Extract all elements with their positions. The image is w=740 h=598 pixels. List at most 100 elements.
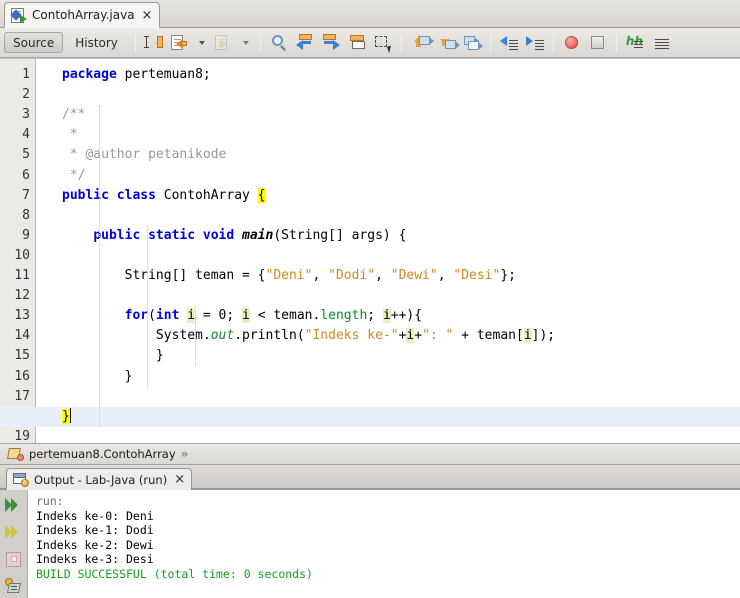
code-line[interactable]: package pertemuan8; [62,65,211,85]
rerun-alt-icon[interactable] [3,521,25,543]
code-line[interactable]: /** [62,105,85,125]
code-token: ; [367,308,383,324]
chevron-right-icon: » [180,447,189,461]
shift-line-right-icon[interactable] [433,31,460,55]
code-token: ( [148,308,156,324]
code-token: ContohArray [163,187,258,203]
output-body: run: Indeks ke-0: Deni Indeks ke-1: Dodi In… [0,489,740,598]
code-token: + teman[ [453,328,524,344]
line-number: 6 [22,167,30,183]
code-line[interactable]: } [62,367,133,387]
toggle-highlight-icon[interactable]: ℎℎ [622,31,648,55]
code-token: i [242,308,250,324]
code-line[interactable]: * @author petanikode [62,145,227,165]
code-token: i [382,308,391,324]
output-window: Output - Lab-Java (run) × run: Indeks ke… [0,465,740,598]
code-token: ": " [422,328,454,344]
code-token: pertemuan8; [124,67,211,82]
output-line: Indeks ke-2: Dewi [36,537,154,552]
indent-guide [147,225,148,387]
line-number: 14 [14,328,30,344]
output-line: Indeks ke-1: Dodi [36,523,154,537]
code-token: */ [62,167,86,183]
code-token: * [62,127,78,143]
uncomment-icon[interactable] [522,31,548,55]
toolbar-separator [134,33,136,52]
tab-history[interactable]: History [66,32,127,53]
code-token: }; [500,268,516,283]
code-token: i [523,328,532,344]
code-token: "Dewi" [390,268,438,283]
output-settings-icon[interactable] [3,575,25,597]
code-token: package [62,67,125,82]
forward-navigate-dropdown-icon[interactable] [237,31,255,55]
code-token: { [257,187,266,203]
stop-icon[interactable] [585,31,611,55]
code-token: public static void [93,227,243,243]
line-number: 12 [14,288,30,304]
breadcrumb-path[interactable]: pertemuan8.ContohArray [29,447,176,461]
inspect-icon[interactable] [648,31,674,55]
line-number: 13 [14,308,30,324]
forward-navigate-icon[interactable] [211,31,237,55]
last-edit-icon[interactable] [141,31,167,55]
output-line: run: [36,494,64,508]
code-token: + [414,328,423,344]
code-line[interactable]: public class ContohArray { [62,186,266,206]
stop-icon[interactable] [3,548,25,570]
code-line[interactable]: String[] teman = {"Deni", "Dodi", "Dewi"… [62,266,516,286]
toggle-breakpoint-icon[interactable] [559,31,585,55]
caret-line-highlight [0,406,740,427]
toolbar-separator [489,33,491,52]
toggle-bookmark-icon[interactable] [344,31,370,55]
output-tab-strip: Output - Lab-Java (run) × [0,465,740,490]
back-navigate-icon[interactable] [167,31,193,55]
next-bookmark-icon[interactable] [318,31,344,55]
toolbar-separator [552,33,554,52]
previous-bookmark-icon[interactable] [292,31,318,55]
line-number: 7 [22,187,30,203]
editor-tab-contoharray[interactable]: ContohArray.java × [4,2,161,28]
text-caret [69,407,71,423]
code-token: ]); [531,328,556,344]
breadcrumb[interactable]: pertemuan8.ContohArray » [0,443,740,465]
code-token: i [187,308,196,324]
code-line[interactable]: for(int i = 0; i < teman.length; i++){ [62,306,422,326]
code-token: public class [62,187,164,203]
code-line[interactable]: } [62,346,164,366]
line-number: 16 [14,368,30,384]
indent-guide [195,306,196,367]
line-number: 3 [22,107,30,123]
close-icon[interactable]: × [140,9,153,22]
find-selection-icon[interactable] [266,31,292,55]
code-text-area[interactable]: package pertemuan8; /** * * @author petan… [0,59,740,443]
line-number: 15 [14,348,30,364]
rerun-icon[interactable] [3,494,25,516]
code-line[interactable]: * [62,125,78,145]
tab-source[interactable]: Source [4,32,64,53]
toolbar-separator [400,33,402,52]
code-token: * @author petanikode [62,147,227,163]
close-icon[interactable]: × [172,473,185,486]
code-token: ++){ [390,308,423,324]
code-line[interactable]: public static void main(String[] args) { [62,226,406,246]
code-token: out [210,328,235,344]
code-editor[interactable]: 12345678910111213141516171819 package pe… [0,58,740,443]
shift-line-left-icon[interactable] [407,31,434,55]
editor-toolbar: Source History ℎℎ [0,28,740,58]
output-text[interactable]: run: Indeks ke-0: Deni Indeks ke-1: Dodi In… [28,490,740,598]
rectangular-selection-icon[interactable] [370,31,396,55]
netbeans-window: ContohArray.java × Source History ℎℎ 1 2… [0,0,740,598]
toggle-comment-icon[interactable] [459,31,485,55]
code-line[interactable]: */ [62,166,86,186]
code-line[interactable]: } [62,407,71,427]
comment-icon[interactable] [496,31,522,55]
code-line[interactable]: System.out.println("Indeks ke-"+i+": " +… [62,326,555,346]
editor-tab-strip: ContohArray.java × [0,0,740,28]
output-tab-lab-java-run[interactable]: Output - Lab-Java (run) × [6,468,193,490]
back-navigate-dropdown-icon[interactable] [193,31,211,55]
line-number: 9 [22,227,30,243]
code-token: for [124,308,149,324]
